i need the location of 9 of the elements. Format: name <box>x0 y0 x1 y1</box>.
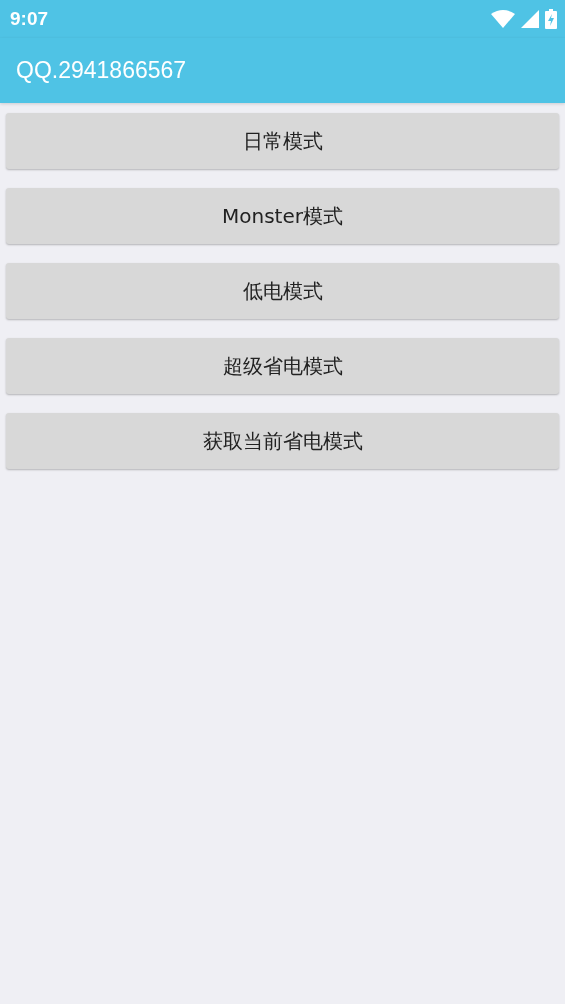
status-time: 9:07 <box>10 8 49 30</box>
mode-button[interactable]: 获取当前省电模式 <box>6 413 559 469</box>
wifi-icon <box>491 10 515 28</box>
app-title: QQ.2941866567 <box>16 57 187 84</box>
mode-button[interactable]: 低电模式 <box>6 263 559 319</box>
mode-button[interactable]: 超级省电模式 <box>6 338 559 394</box>
mode-button[interactable]: 日常模式 <box>6 113 559 169</box>
mode-button[interactable]: Monster模式 <box>6 188 559 244</box>
signal-icon <box>521 10 539 28</box>
